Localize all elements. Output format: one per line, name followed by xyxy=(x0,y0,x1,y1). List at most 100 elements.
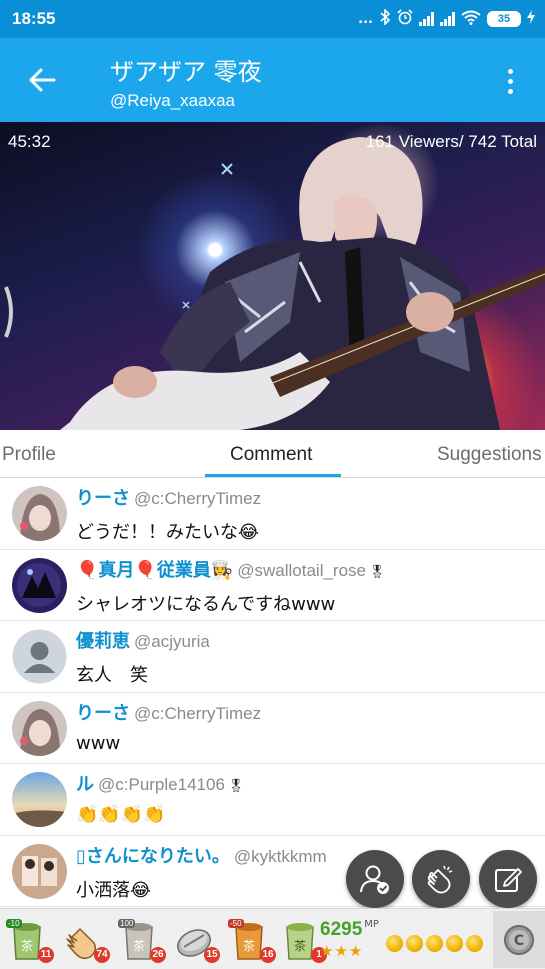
gift-count-badge: 16 xyxy=(260,947,276,963)
comment-item: りーさ @c:CherryTimez www xyxy=(0,693,545,764)
status-time: 18:55 xyxy=(12,9,56,28)
status-icons: ... 35 xyxy=(358,8,535,29)
comment-author-name[interactable]: 優莉恵 xyxy=(76,631,130,652)
comment-author-name[interactable]: りーさ xyxy=(76,703,130,724)
comment-header: 優莉恵 @acjyuria xyxy=(76,627,210,653)
comment-author-name[interactable]: りーさ xyxy=(76,488,130,509)
gift-item[interactable]: 茶 100 26 xyxy=(118,917,166,963)
gift-item[interactable]: 74 xyxy=(62,917,110,963)
comment-header: ル @c:Purple14106 🎖 xyxy=(76,770,244,796)
avatar[interactable] xyxy=(12,843,67,899)
comment-text: 小洒落😂 xyxy=(76,879,152,901)
back-button[interactable] xyxy=(24,62,60,98)
gift-count-badge: 15 xyxy=(204,947,220,963)
gift-count-badge: 26 xyxy=(150,947,166,963)
svg-text:茶: 茶 xyxy=(21,938,33,953)
badge-medal-icon: 🎖 xyxy=(227,779,245,794)
comment-header: りーさ @c:CherryTimez xyxy=(76,699,261,725)
tab-bar: Profile Comment Suggestions xyxy=(0,430,545,478)
mp-value: 6295 xyxy=(320,919,363,940)
follow-user-button[interactable] xyxy=(346,850,404,908)
default-avatar-icon xyxy=(12,629,67,684)
comment-header: 🎈真月🎈従業員👩‍🍳 @swallotail_rose 🎖 xyxy=(76,556,386,582)
gift-count-badge: 11 xyxy=(38,947,54,963)
bluetooth-icon xyxy=(379,8,391,29)
signal-icon xyxy=(419,12,434,26)
header-title-block: ザアザア 零夜 @Reiya_xaaxaa xyxy=(110,52,262,111)
avatar[interactable] xyxy=(12,486,67,541)
battery-icon: 35 xyxy=(487,11,521,27)
coin-row xyxy=(386,935,483,952)
comment-author-handle: @kyktkkmm xyxy=(233,846,327,866)
comment-author-name[interactable]: ル xyxy=(76,774,94,795)
comment-item: 🎈真月🎈従業員👩‍🍳 @swallotail_rose 🎖 シャレオツになるんですね… xyxy=(0,550,545,621)
comment-text: www xyxy=(76,732,121,754)
comment-list[interactable]: りーさ @c:CherryTimez どうだ！！みたいな😂 🎈真月🎈従業員👩‍🍳 @… xyxy=(0,478,545,908)
performer-image xyxy=(4,137,545,430)
comment-item: 優莉恵 @acjyuria 玄人 笑 xyxy=(0,621,545,693)
currency-button[interactable]: C xyxy=(493,911,545,968)
more-vert-icon xyxy=(507,68,513,74)
active-tab-indicator xyxy=(205,474,341,477)
user-check-icon xyxy=(360,865,389,894)
comment-text: 玄人 笑 xyxy=(76,665,148,686)
comment-author-handle: @swallotail_rose xyxy=(237,560,367,580)
comment-item: ル @c:Purple14106 🎖 👏👏👏👏 xyxy=(0,764,545,836)
alarm-icon xyxy=(397,9,413,29)
comment-text: シャレオツになるんですねwww xyxy=(76,593,336,615)
back-arrow-icon xyxy=(29,68,56,92)
tab-comment[interactable]: Comment xyxy=(230,444,312,466)
gift-item[interactable]: 茶 1 xyxy=(279,917,327,963)
charging-icon xyxy=(527,10,535,28)
comment-header: りーさ @c:CherryTimez xyxy=(76,484,261,510)
comment-author-name[interactable]: 🎈真月🎈従業員👩‍🍳 xyxy=(76,560,233,581)
clap-icon xyxy=(427,865,453,894)
badge-medal-icon: 🎖 xyxy=(369,564,386,580)
c-coin-icon: C xyxy=(504,924,534,955)
comment-item: りーさ @c:CherryTimez どうだ！！みたいな😂 xyxy=(0,478,545,550)
gift-item[interactable]: 15 xyxy=(172,917,220,963)
gift-count-badge: 74 xyxy=(94,947,110,963)
tab-suggestions[interactable]: Suggestions xyxy=(437,444,542,466)
signal-icon xyxy=(440,12,455,26)
svg-text:茶: 茶 xyxy=(243,938,255,953)
write-comment-button[interactable] xyxy=(479,850,537,908)
gift-label: -10 xyxy=(6,919,22,928)
mp-balance: 6295 MP ★★★ xyxy=(320,919,379,960)
coin-icon xyxy=(386,935,403,952)
comment-text: 👏👏👏👏 xyxy=(76,804,166,825)
coin-icon xyxy=(466,935,483,952)
status-bar: 18:55 ... 35 xyxy=(0,0,545,38)
svg-text:C: C xyxy=(514,933,524,949)
video-viewer-count: 161 Viewers/ 742 Total xyxy=(365,132,537,151)
comment-author-handle: @c:CherryTimez xyxy=(134,703,262,723)
avatar[interactable] xyxy=(12,700,67,756)
comment-author-handle: @c:Purple14106 xyxy=(98,775,225,794)
mp-rating-stars: ★★★ xyxy=(320,942,364,960)
gift-item[interactable]: 茶 -50 16 xyxy=(228,917,276,963)
avatar[interactable] xyxy=(12,772,67,827)
gift-item[interactable]: 茶 -10 11 xyxy=(6,917,54,963)
gift-label: 100 xyxy=(118,919,136,928)
avatar[interactable] xyxy=(12,629,67,684)
comment-author-handle: @acjyuria xyxy=(134,632,210,651)
svg-text:茶: 茶 xyxy=(294,938,306,953)
gift-label: -50 xyxy=(228,919,244,928)
coin-icon xyxy=(406,935,423,952)
avatar[interactable] xyxy=(12,557,67,613)
comment-author-name[interactable]: ▯さんになりたい。 xyxy=(76,846,230,867)
comment-text: どうだ！！みたいな😂 xyxy=(76,522,260,543)
mp-unit: MP xyxy=(364,919,379,930)
more-menu-button[interactable] xyxy=(495,64,525,98)
video-elapsed-time: 45:32 xyxy=(8,132,51,151)
clap-button[interactable] xyxy=(412,850,470,908)
coin-icon xyxy=(426,935,443,952)
notification-dots: ... xyxy=(358,11,373,27)
comment-header: ▯さんになりたい。 @kyktkkmm xyxy=(76,842,327,868)
live-video-player[interactable]: 45:32 161 Viewers/ 742 Total xyxy=(0,122,545,430)
wifi-icon xyxy=(461,10,481,29)
page-title: ザアザア 零夜 xyxy=(110,58,262,86)
comment-author-handle: @c:CherryTimez xyxy=(134,489,262,508)
edit-icon xyxy=(495,868,522,892)
tab-profile[interactable]: Profile xyxy=(2,444,56,466)
